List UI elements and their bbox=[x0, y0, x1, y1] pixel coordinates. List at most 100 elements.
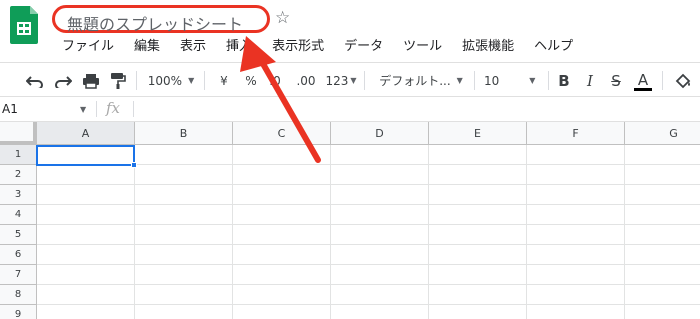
cell-f8[interactable] bbox=[527, 285, 625, 305]
cell-g6[interactable] bbox=[625, 245, 700, 265]
row-header-5[interactable]: 5 bbox=[0, 225, 37, 245]
row-header-7[interactable]: 7 bbox=[0, 265, 37, 285]
menu-help[interactable]: ヘルプ bbox=[524, 38, 583, 58]
cell-f4[interactable] bbox=[527, 205, 625, 225]
cell-g7[interactable] bbox=[625, 265, 700, 285]
cell-f3[interactable] bbox=[527, 185, 625, 205]
cell-d4[interactable] bbox=[331, 205, 429, 225]
menu-edit[interactable]: 編集 bbox=[124, 38, 170, 58]
fill-color-icon[interactable] bbox=[672, 63, 694, 98]
more-formats-button[interactable]: 123 ▼ bbox=[324, 63, 358, 98]
row-header-1[interactable]: 1 bbox=[0, 145, 37, 165]
menu-data[interactable]: データ bbox=[334, 38, 393, 58]
column-header-b[interactable]: B bbox=[135, 122, 233, 145]
cell-c3[interactable] bbox=[233, 185, 331, 205]
cell-b5[interactable] bbox=[135, 225, 233, 245]
cell-a2[interactable] bbox=[37, 165, 135, 185]
fill-handle[interactable] bbox=[131, 162, 137, 168]
cell-g5[interactable] bbox=[625, 225, 700, 245]
column-header-d[interactable]: D bbox=[331, 122, 429, 145]
decrease-decimal-button[interactable]: .0 bbox=[264, 63, 286, 98]
cell-c4[interactable] bbox=[233, 205, 331, 225]
cell-b2[interactable] bbox=[135, 165, 233, 185]
selected-cell-a1[interactable] bbox=[36, 145, 137, 168]
cell-a3[interactable] bbox=[37, 185, 135, 205]
menu-tools[interactable]: ツール bbox=[393, 38, 452, 58]
undo-icon[interactable] bbox=[24, 63, 46, 98]
cell-f2[interactable] bbox=[527, 165, 625, 185]
row-header-9[interactable]: 9 bbox=[0, 305, 37, 319]
cell-d3[interactable] bbox=[331, 185, 429, 205]
row-header-2[interactable]: 2 bbox=[0, 165, 37, 185]
cell-a8[interactable] bbox=[37, 285, 135, 305]
cell-d8[interactable] bbox=[331, 285, 429, 305]
menu-extensions[interactable]: 拡張機能 bbox=[452, 38, 524, 58]
cell-d7[interactable] bbox=[331, 265, 429, 285]
column-header-c[interactable]: C bbox=[233, 122, 331, 145]
cell-b3[interactable] bbox=[135, 185, 233, 205]
cell-c7[interactable] bbox=[233, 265, 331, 285]
paint-format-icon[interactable] bbox=[107, 63, 129, 98]
cell-a5[interactable] bbox=[37, 225, 135, 245]
cell-e4[interactable] bbox=[429, 205, 527, 225]
cell-g3[interactable] bbox=[625, 185, 700, 205]
column-header-a[interactable]: A bbox=[37, 122, 135, 145]
font-size-select[interactable]: 10 ▼ bbox=[484, 63, 542, 98]
cell-b7[interactable] bbox=[135, 265, 233, 285]
cell-g8[interactable] bbox=[625, 285, 700, 305]
menu-insert[interactable]: 挿入 bbox=[216, 38, 262, 58]
column-header-e[interactable]: E bbox=[429, 122, 527, 145]
cell-c8[interactable] bbox=[233, 285, 331, 305]
cell-d1[interactable] bbox=[331, 145, 429, 165]
row-header-3[interactable]: 3 bbox=[0, 185, 37, 205]
cell-f5[interactable] bbox=[527, 225, 625, 245]
cell-c5[interactable] bbox=[233, 225, 331, 245]
google-sheets-logo-icon[interactable] bbox=[10, 4, 40, 46]
cell-d6[interactable] bbox=[331, 245, 429, 265]
cell-a6[interactable] bbox=[37, 245, 135, 265]
column-header-g[interactable]: G bbox=[625, 122, 700, 145]
cell-e9[interactable] bbox=[429, 305, 527, 319]
cell-c6[interactable] bbox=[233, 245, 331, 265]
cell-a7[interactable] bbox=[37, 265, 135, 285]
cell-g4[interactable] bbox=[625, 205, 700, 225]
cell-b8[interactable] bbox=[135, 285, 233, 305]
increase-decimal-button[interactable]: .00 bbox=[292, 63, 320, 98]
cell-e5[interactable] bbox=[429, 225, 527, 245]
redo-icon[interactable] bbox=[52, 63, 74, 98]
star-icon[interactable]: ☆ bbox=[275, 8, 290, 28]
cell-c9[interactable] bbox=[233, 305, 331, 319]
cell-b9[interactable] bbox=[135, 305, 233, 319]
italic-button[interactable]: I bbox=[580, 63, 600, 98]
cell-g9[interactable] bbox=[625, 305, 700, 319]
strikethrough-button[interactable]: S bbox=[606, 63, 626, 98]
font-family-select[interactable]: デフォルト... ▼ bbox=[374, 63, 468, 98]
print-icon[interactable] bbox=[80, 63, 102, 98]
cell-e2[interactable] bbox=[429, 165, 527, 185]
cell-a4[interactable] bbox=[37, 205, 135, 225]
row-header-8[interactable]: 8 bbox=[0, 285, 37, 305]
cell-e3[interactable] bbox=[429, 185, 527, 205]
cell-b1[interactable] bbox=[135, 145, 233, 165]
cell-f7[interactable] bbox=[527, 265, 625, 285]
cell-e6[interactable] bbox=[429, 245, 527, 265]
cell-f1[interactable] bbox=[527, 145, 625, 165]
select-all-corner[interactable] bbox=[0, 122, 37, 145]
cell-b4[interactable] bbox=[135, 205, 233, 225]
row-header-6[interactable]: 6 bbox=[0, 245, 37, 265]
bold-button[interactable]: B bbox=[554, 63, 574, 98]
menu-file[interactable]: ファイル bbox=[52, 38, 124, 58]
cell-d5[interactable] bbox=[331, 225, 429, 245]
chevron-down-icon[interactable]: ▼ bbox=[80, 105, 86, 114]
document-title[interactable]: 無題のスプレッドシート bbox=[67, 11, 243, 35]
cell-e7[interactable] bbox=[429, 265, 527, 285]
cell-f9[interactable] bbox=[527, 305, 625, 319]
cell-b6[interactable] bbox=[135, 245, 233, 265]
currency-format-button[interactable]: ¥ bbox=[214, 63, 234, 98]
cell-c1[interactable] bbox=[233, 145, 331, 165]
row-header-4[interactable]: 4 bbox=[0, 205, 37, 225]
cell-a9[interactable] bbox=[37, 305, 135, 319]
text-color-button[interactable]: A bbox=[632, 63, 654, 98]
cell-f6[interactable] bbox=[527, 245, 625, 265]
cell-c2[interactable] bbox=[233, 165, 331, 185]
